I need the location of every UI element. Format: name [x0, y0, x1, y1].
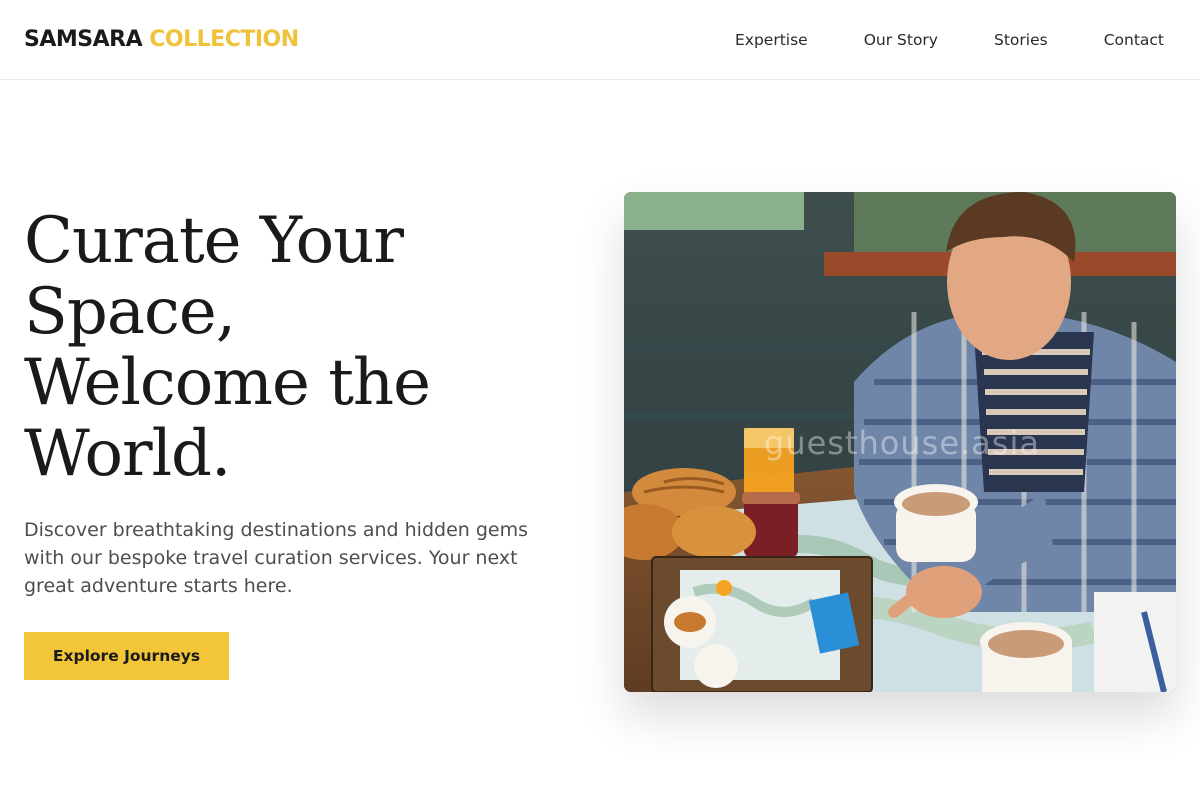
nav-link-expertise[interactable]: Expertise — [735, 31, 808, 49]
nav-link-our-story[interactable]: Our Story — [864, 31, 938, 49]
hero-image: guesthouse.asia — [624, 192, 1176, 692]
brand-name-primary: SAMSARA — [24, 27, 143, 52]
hero-title-line: Curate Your — [24, 204, 404, 278]
hero-title-line: Welcome the — [24, 346, 431, 420]
main-nav: Expertise Our Story Stories Contact — [735, 31, 1164, 49]
image-watermark: guesthouse.asia — [764, 424, 1040, 462]
hero-subtitle: Discover breathtaking destinations and h… — [24, 519, 529, 597]
explore-journeys-button[interactable]: Explore Journeys — [24, 632, 229, 680]
hero-title-line: Space, — [24, 275, 236, 349]
hero-title-line: World. — [24, 417, 231, 491]
site-header: SAMSARA COLLECTION Expertise Our Story S… — [0, 0, 1200, 80]
nav-link-stories[interactable]: Stories — [994, 31, 1048, 49]
brand-name-accent: COLLECTION — [149, 27, 299, 52]
hero-section: Curate Your Space, Welcome the World. Di… — [24, 206, 584, 600]
nav-link-contact[interactable]: Contact — [1104, 31, 1164, 49]
hero-title: Curate Your Space, Welcome the World. — [24, 206, 584, 490]
brand-logo[interactable]: SAMSARA COLLECTION — [24, 27, 299, 52]
